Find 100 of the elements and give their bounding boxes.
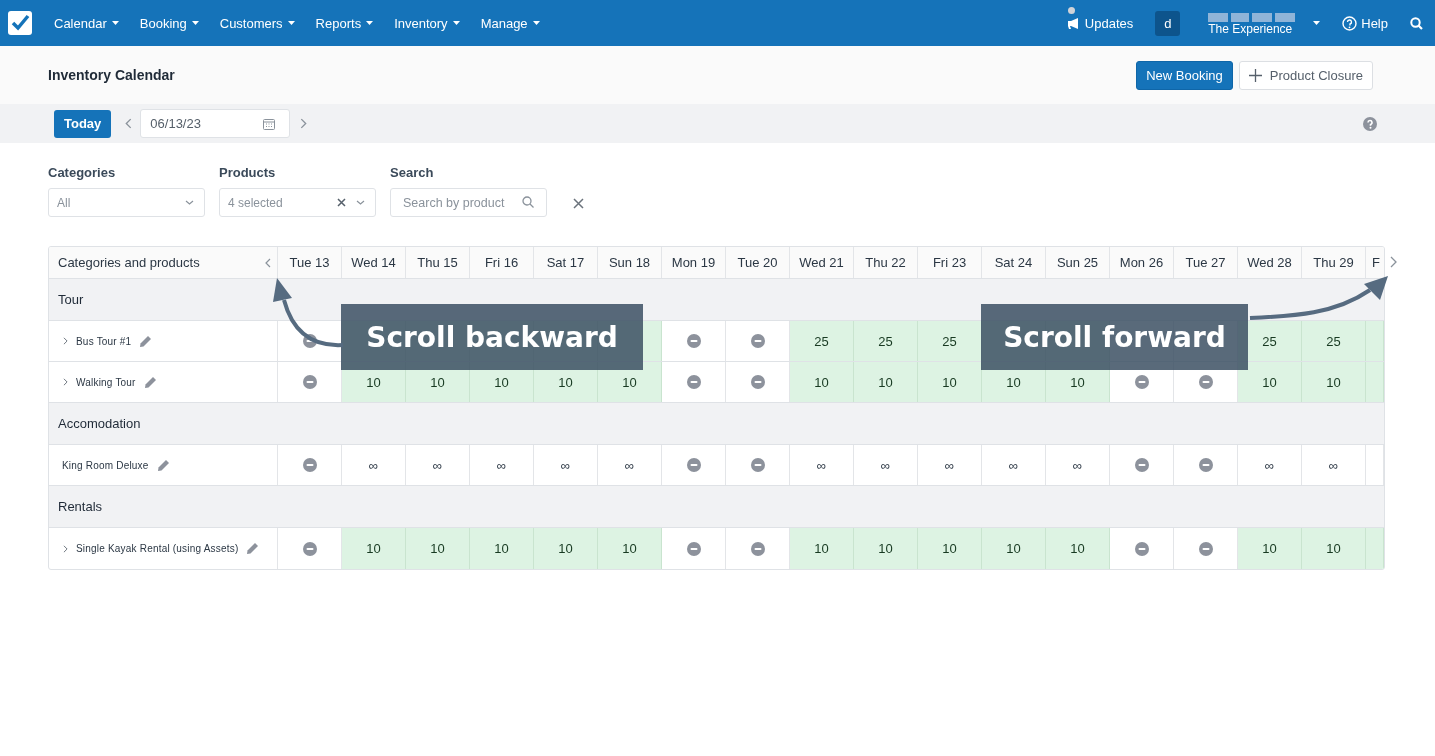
filter-select[interactable]: 4 selected (219, 188, 376, 217)
table-cell (1366, 321, 1384, 361)
closed-icon (750, 334, 765, 348)
column-header: Thu 15 (406, 247, 470, 278)
column-header: Wed 28 (1238, 247, 1302, 278)
help-icon[interactable] (1363, 116, 1377, 131)
search-icon[interactable] (1410, 16, 1423, 30)
next-button[interactable] (300, 118, 308, 129)
date-field[interactable]: 06/13/23 (140, 109, 291, 138)
expand-chevron-icon (63, 337, 68, 345)
notification-dot (1067, 6, 1075, 14)
chevron-left-icon (125, 118, 133, 129)
scroll-forward-icon[interactable] (1390, 256, 1397, 268)
closed-icon (750, 458, 765, 472)
closed-icon (1198, 458, 1213, 472)
filter-label: Products (219, 165, 277, 180)
account-menu[interactable]: d The Experience (1155, 10, 1321, 36)
close-icon[interactable] (573, 198, 584, 209)
closed-icon (686, 458, 701, 472)
search-icon (522, 196, 534, 208)
category-name: Accomodation (58, 416, 141, 431)
table-cell: 10 (1302, 528, 1366, 569)
closed-icon (1134, 458, 1149, 472)
search-field[interactable]: Search by product (390, 188, 547, 217)
filter-label: Search (390, 165, 435, 180)
table-cell (1366, 528, 1384, 569)
column-header: Fri 23 (918, 247, 982, 278)
table-cell: 25 (790, 321, 854, 361)
calendar-icon[interactable] (263, 117, 276, 130)
table-cell: 10 (854, 528, 918, 569)
column-header: Categories and products (58, 255, 200, 270)
closed-icon (750, 375, 765, 389)
nav-menu[interactable]: Inventory (394, 15, 460, 31)
pencil-icon[interactable] (246, 542, 260, 555)
column-header: Sat 24 (982, 247, 1046, 278)
column-header: Wed 21 (790, 247, 854, 278)
today-button[interactable]: Today (54, 109, 112, 138)
caret-icon (111, 21, 119, 25)
expand-chevron-icon (63, 378, 68, 386)
updates-button[interactable]: Updates (1066, 15, 1134, 31)
page-title: Inventory Calendar (48, 67, 176, 83)
annotation-label: Scroll backward (341, 304, 643, 370)
nav-menu[interactable]: Reports (315, 15, 374, 31)
closed-icon (1198, 541, 1213, 556)
pencil-icon[interactable] (156, 458, 170, 472)
new-booking-button[interactable]: New Booking (1136, 60, 1233, 90)
nav-menu[interactable]: Customers (219, 15, 295, 31)
column-header: Mon 26 (1110, 247, 1174, 278)
annotation-label: Scroll forward (981, 304, 1248, 370)
nav-menu[interactable]: Calendar (54, 15, 119, 31)
table-cell: 10 (342, 528, 406, 569)
clear-icon[interactable] (337, 198, 346, 207)
chevron-left-icon (265, 257, 271, 268)
nav-menu[interactable]: Booking (139, 15, 199, 31)
caret-icon (287, 21, 295, 25)
logo-icon[interactable] (8, 11, 32, 35)
table-cell: 10 (470, 528, 534, 569)
category-name: Tour (58, 292, 84, 307)
product-closure-button[interactable]: Product Closure (1238, 60, 1373, 90)
closed-icon (302, 334, 317, 348)
category-name: Rentals (58, 499, 103, 514)
closed-icon (302, 375, 317, 389)
scroll-back-button[interactable] (265, 257, 271, 268)
table-cell: 25 (1302, 321, 1366, 361)
column-header: Sun 18 (598, 247, 662, 278)
help-button[interactable]: Help (1342, 15, 1388, 31)
closed-icon (1198, 375, 1213, 389)
pencil-icon[interactable] (139, 334, 153, 348)
caret-icon (191, 21, 199, 25)
closed-icon (686, 541, 701, 556)
closed-icon (686, 375, 701, 389)
table-cell: 10 (534, 528, 598, 569)
column-header: Thu 29 (1302, 247, 1366, 278)
caret-icon (532, 21, 540, 25)
table-cell: 10 (1238, 528, 1302, 569)
caret-icon (452, 21, 460, 25)
closed-icon (750, 541, 765, 556)
pencil-icon[interactable] (143, 375, 157, 389)
table-cell: 10 (790, 362, 854, 402)
plus-icon (1248, 68, 1262, 82)
table-cell: 25 (854, 321, 918, 361)
closed-icon (302, 458, 317, 472)
column-header: Thu 22 (854, 247, 918, 278)
nav-menu[interactable]: Manage (480, 15, 540, 31)
previous-button[interactable] (125, 118, 133, 129)
column-header: Tue 20 (726, 247, 790, 278)
help-icon (1342, 15, 1358, 31)
chevron-right-icon (300, 118, 308, 129)
table-cell: 10 (854, 362, 918, 402)
table-cell: 10 (918, 528, 982, 569)
column-header: Sun 25 (1046, 247, 1110, 278)
column-header: Tue 27 (1174, 247, 1238, 278)
column-header: Mon 19 (662, 247, 726, 278)
expand-chevron-icon (63, 544, 68, 553)
column-header: Fri 16 (470, 247, 534, 278)
filter-select[interactable]: All (48, 188, 205, 217)
megaphone-icon (1066, 16, 1081, 30)
table-cell: 10 (598, 528, 662, 569)
chevron-down-icon (356, 200, 365, 205)
table-cell (1366, 362, 1384, 402)
